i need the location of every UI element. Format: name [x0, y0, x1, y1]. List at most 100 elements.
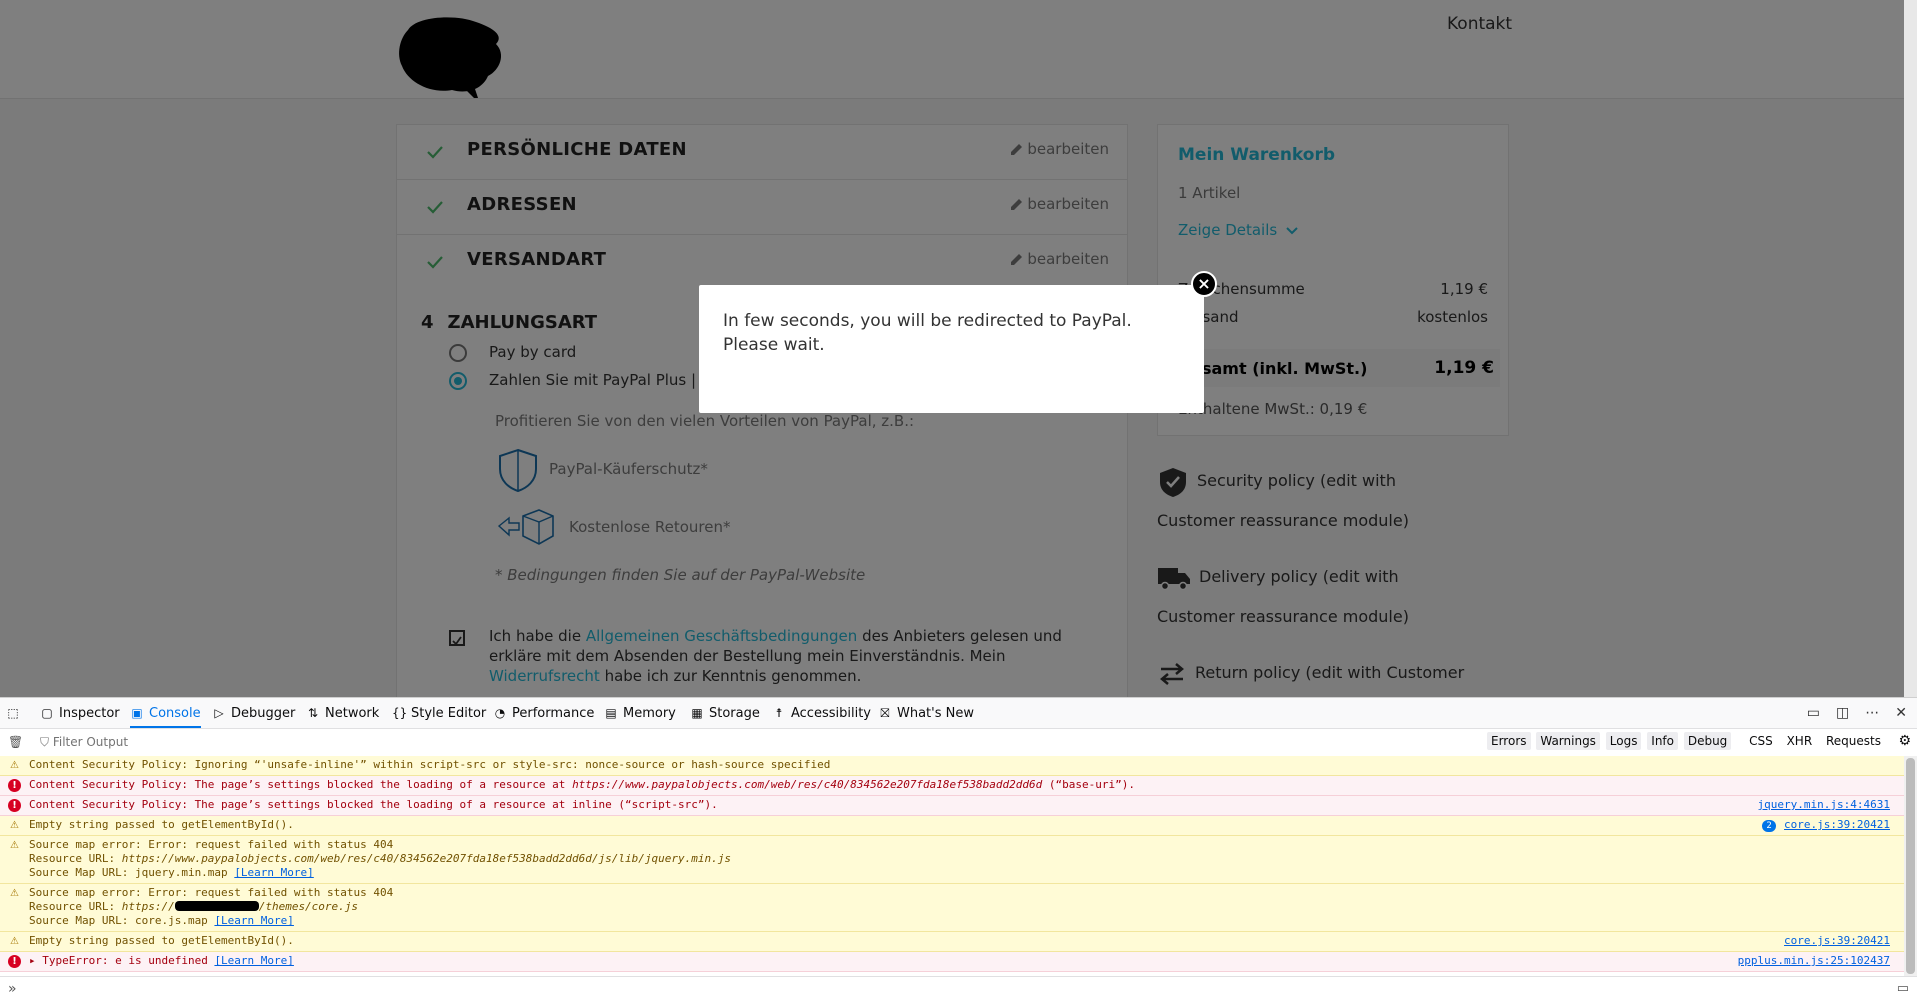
chevron-right-icon: » — [8, 981, 17, 997]
console-output: ⚠ Content Security Policy: Ignoring “'uns… — [0, 756, 1904, 972]
message-line: Resource URL: https:// /themes/core.js — [29, 900, 1904, 914]
message-line: Source map error: Error: request failed … — [29, 838, 394, 851]
debugger-icon: ▷ — [214, 706, 224, 720]
source-map-label: Source Map URL: core.js.map — [29, 914, 215, 927]
learn-more-link[interactable]: [Learn More] — [214, 914, 293, 927]
message-text: Empty string passed to getElementById(). — [29, 818, 294, 831]
storage-icon: ▦ — [691, 706, 703, 720]
message-text: TypeError: e is undefined — [42, 954, 215, 967]
message-source-link[interactable]: 2 core.js:39:20421 — [1762, 818, 1890, 832]
console-message[interactable]: ⚠ Source map error: Error: request faile… — [0, 836, 1904, 884]
more-options-icon[interactable]: ⋯ — [1865, 705, 1879, 721]
gauge-icon: ◔ — [494, 706, 506, 720]
filter-input[interactable]: ⛉ Filter Output — [40, 735, 128, 750]
filter-placeholder: Filter Output — [52, 735, 129, 749]
web-page: Kontakt PERSÖNLICHE DATEN bearbeiten ADR… — [0, 0, 1917, 697]
message-line: Source map error: Error: request failed … — [29, 886, 394, 899]
expand-triangle-icon[interactable]: ▸ — [29, 954, 42, 967]
tab-network[interactable]: ⇅ Network — [306, 698, 379, 728]
redirect-modal: In few seconds, you will be redirected t… — [699, 271, 1217, 413]
devtools-panel: ⬚ ▢ Inspector ▣ Console ▷ Debugger ⇅ Network… — [0, 697, 1917, 1007]
tab-whats-new[interactable]: ⛝ What's New — [878, 698, 974, 728]
console-settings-gear-icon[interactable]: ⚙ — [1898, 733, 1911, 749]
tab-label: Debugger — [231, 706, 296, 721]
console-message[interactable]: ⚠ Content Security Policy: Ignoring “'uns… — [0, 756, 1904, 776]
filter-xhr[interactable]: XHR — [1783, 732, 1817, 750]
tab-label: Console — [149, 706, 201, 721]
gift-icon: ⛝ — [880, 706, 890, 720]
tab-accessibility[interactable]: ☨ Accessibility — [772, 698, 871, 728]
network-icon: ⇅ — [307, 706, 319, 720]
accessibility-icon: ☨ — [775, 706, 783, 720]
filter-info[interactable]: Info — [1647, 732, 1678, 750]
message-source-link[interactable]: jquery.min.js:4:4631 — [1758, 798, 1890, 812]
message-text: Content Security Policy: The page’s sett… — [29, 798, 718, 811]
tab-console[interactable]: ▣ Console — [130, 698, 201, 728]
tab-label: Memory — [623, 706, 676, 721]
console-message[interactable]: ⚠ Empty string passed to getElementById()… — [0, 816, 1904, 836]
warning-icon: ⚠ — [10, 888, 19, 899]
filter-requests[interactable]: Requests — [1822, 732, 1885, 750]
learn-more-link[interactable]: [Learn More] — [234, 866, 313, 879]
resource-label: Resource URL: — [29, 900, 122, 913]
tab-style-editor[interactable]: {} Style Editor — [392, 698, 486, 728]
resource-url: https:// — [121, 900, 175, 913]
tab-debugger[interactable]: ▷ Debugger — [212, 698, 295, 728]
trash-icon[interactable]: 🗑 — [8, 735, 23, 749]
warning-icon: ⚠ — [10, 936, 19, 947]
message-url: https://www.paypalobjects.com/web/res/c4… — [572, 778, 1043, 791]
warning-icon: ⚠ — [10, 840, 19, 851]
learn-more-link[interactable]: [Learn More] — [214, 954, 293, 967]
console-message[interactable]: ⚠ Source map error: Error: request faile… — [0, 884, 1904, 932]
filter-warnings[interactable]: Warnings — [1536, 732, 1600, 750]
console-input[interactable]: » ▭ — [0, 976, 1917, 1003]
tab-label: Storage — [709, 706, 760, 721]
resource-url: https://www.paypalobjects.com/web/res/c4… — [121, 852, 731, 865]
dock-side-icon[interactable]: ◫ — [1836, 705, 1849, 721]
source-label: core.js:39:20421 — [1784, 818, 1890, 831]
console-message[interactable]: ! Content Security Policy: The page’s set… — [0, 776, 1904, 796]
modal-message: In few seconds, you will be redirected t… — [723, 311, 1132, 355]
tab-label: Performance — [512, 706, 595, 721]
tab-label: Accessibility — [791, 706, 871, 721]
element-picker-icon[interactable]: ⬚ — [6, 698, 25, 728]
tab-memory[interactable]: ▤ Memory — [604, 698, 676, 728]
message-text: Empty string passed to getElementById(). — [29, 934, 294, 947]
console-scrollbar[interactable] — [1904, 756, 1917, 976]
devtools-toolbar: ⬚ ▢ Inspector ▣ Console ▷ Debugger ⇅ Network… — [0, 698, 1917, 729]
scrollbar-thumb[interactable] — [1906, 758, 1915, 974]
message-source-link[interactable]: ppplus.min.js:25:102437 — [1738, 954, 1890, 968]
close-icon[interactable]: ✕ — [1895, 705, 1907, 721]
tab-label: Inspector — [59, 706, 120, 721]
message-source-link[interactable]: core.js:39:20421 — [1784, 934, 1890, 948]
resource-url-path: /themes/core.js — [258, 900, 359, 913]
memory-icon: ▤ — [605, 706, 617, 720]
console-message[interactable]: ! ▸ TypeError: e is undefined [Learn More… — [0, 952, 1904, 972]
filter-errors[interactable]: Errors — [1487, 732, 1531, 750]
message-text: Content Security Policy: Ignoring “'unsa… — [29, 758, 831, 771]
filter-debug[interactable]: Debug — [1683, 732, 1732, 750]
repeat-count-badge: 2 — [1762, 820, 1777, 832]
error-icon: ! — [8, 779, 21, 792]
page-scrollbar[interactable] — [1904, 0, 1917, 697]
tab-label: What's New — [897, 706, 974, 721]
error-icon: ! — [8, 799, 21, 812]
message-text: Content Security Policy: The page’s sett… — [29, 778, 573, 791]
braces-icon: {} — [392, 706, 408, 720]
close-icon[interactable]: × — [1191, 271, 1217, 297]
message-line: Resource URL: https://www.paypalobjects.… — [29, 852, 1904, 866]
message-line: Source Map URL: jquery.min.map [Learn Mo… — [29, 866, 1904, 880]
warning-icon: ⚠ — [10, 820, 19, 831]
tab-performance[interactable]: ◔ Performance — [493, 698, 595, 728]
filter-css[interactable]: CSS — [1745, 732, 1777, 750]
console-message[interactable]: ⚠ Empty string passed to getElementById()… — [0, 932, 1904, 952]
editor-mode-icon[interactable]: ▭ — [1897, 981, 1909, 996]
warning-icon: ⚠ — [10, 760, 19, 771]
tab-inspector[interactable]: ▢ Inspector — [40, 698, 120, 728]
tab-storage[interactable]: ▦ Storage — [690, 698, 760, 728]
filter-logs[interactable]: Logs — [1605, 732, 1642, 750]
console-filter-bar: 🗑 ⛉ Filter Output Errors Warnings Logs I… — [0, 729, 1917, 757]
split-console-icon[interactable]: ▭ — [1807, 705, 1820, 721]
filter-icon: ⛉ — [40, 735, 53, 749]
console-message[interactable]: ! Content Security Policy: The page’s set… — [0, 796, 1904, 816]
